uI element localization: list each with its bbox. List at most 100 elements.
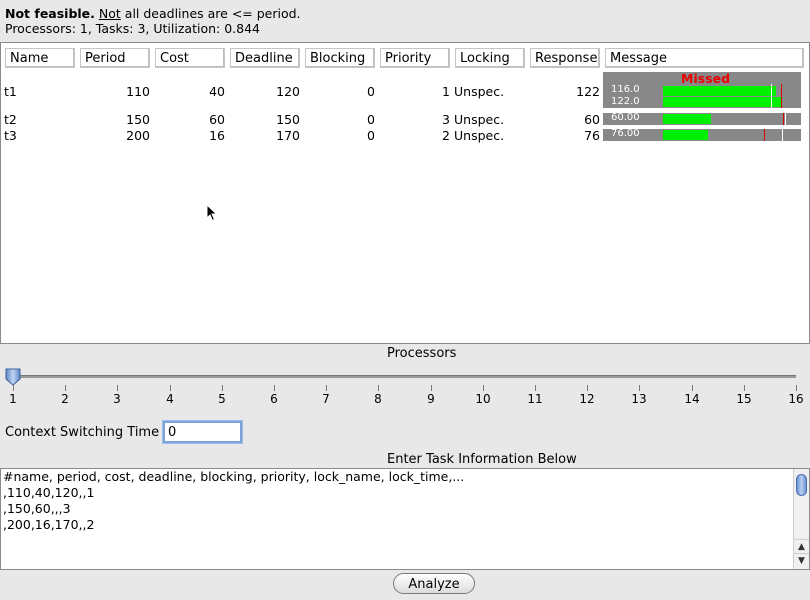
slider-tick (326, 385, 327, 391)
task-input-label: Enter Task Information Below (387, 452, 577, 467)
cell-name: t2 (4, 112, 17, 127)
deadline-marker (764, 129, 765, 141)
period-marker (782, 129, 783, 141)
bar-fill (663, 130, 708, 140)
slider-tick-label: 13 (631, 392, 647, 406)
response-bar-t3: 76.00 (603, 128, 801, 141)
deadline-marker (783, 113, 784, 125)
cell-locking: Unspec. (454, 128, 505, 143)
scroll-thumb[interactable] (796, 474, 807, 496)
scroll-up-arrow-icon[interactable]: ▲ (794, 539, 809, 554)
bar-value: 60.00 (611, 112, 640, 123)
slider-tick-label: 4 (166, 392, 174, 406)
response-bar-t1: Missed 116.0 122.0 (603, 71, 801, 108)
slider-tick (744, 385, 745, 391)
mouse-cursor-icon (206, 204, 218, 222)
col-header-response[interactable]: Response (530, 48, 600, 68)
status-message: Not feasible. Not all deadlines are <= p… (5, 6, 301, 36)
slider-tick (222, 385, 223, 391)
cell-period: 200 (126, 128, 150, 143)
slider-tick-label: 6 (270, 392, 278, 406)
cell-period: 110 (126, 84, 150, 99)
vertical-scrollbar[interactable]: ▲ ▼ (793, 469, 809, 569)
analyze-button[interactable]: Analyze (393, 573, 475, 594)
cell-priority: 3 (442, 112, 450, 127)
cell-cost: 40 (209, 84, 225, 99)
slider-tick-label: 8 (374, 392, 382, 406)
slider-tick-label: 15 (736, 392, 752, 406)
cell-response: 60 (584, 112, 600, 127)
slider-tick-label: 2 (61, 392, 69, 406)
context-switching-input[interactable] (162, 420, 243, 444)
task-line: #name, period, cost, deadline, blocking,… (3, 469, 465, 484)
cell-period: 150 (126, 112, 150, 127)
slider-tick (65, 385, 66, 391)
col-header-message[interactable]: Message (605, 48, 804, 68)
context-switching-label: Context Switching Time (5, 425, 160, 440)
slider-tick-label: 9 (427, 392, 435, 406)
status-not-word: Not (98, 6, 121, 21)
task-line: ,200,16,170,,2 (3, 517, 95, 532)
slider-tick (378, 385, 379, 391)
slider-knob-icon[interactable] (5, 368, 21, 386)
cell-response: 122 (576, 84, 600, 99)
slider-tick (170, 385, 171, 391)
task-line: ,150,60,,,3 (3, 501, 71, 516)
slider-tick-label: 16 (788, 392, 804, 406)
col-header-name[interactable]: Name (5, 48, 75, 68)
cell-cost: 60 (209, 112, 225, 127)
response-bar-t2: 60.00 (603, 112, 801, 125)
slider-tick (431, 385, 432, 391)
task-line: ,110,40,120,,1 (3, 485, 95, 500)
slider-tick (639, 385, 640, 391)
status-summary: Processors: 1, Tasks: 3, Utilization: 0.… (5, 21, 260, 36)
slider-tick-label: 10 (475, 392, 491, 406)
col-header-locking[interactable]: Locking (455, 48, 525, 68)
cell-deadline: 120 (276, 84, 300, 99)
cell-priority: 2 (442, 128, 450, 143)
processors-label: Processors (387, 346, 457, 361)
col-header-blocking[interactable]: Blocking (305, 48, 375, 68)
slider-tick (535, 385, 536, 391)
slider-track[interactable] (12, 375, 796, 378)
status-detail: all deadlines are <= period. (120, 6, 301, 21)
cell-response: 76 (584, 128, 600, 143)
cell-cost: 16 (209, 128, 225, 143)
cell-deadline: 150 (276, 112, 300, 127)
cell-locking: Unspec. (454, 112, 505, 127)
cell-deadline: 170 (276, 128, 300, 143)
task-input-textarea[interactable]: #name, period, cost, deadline, blocking,… (0, 468, 810, 570)
slider-tick (692, 385, 693, 391)
bar-value-top: 116.0 (611, 84, 640, 95)
period-marker (785, 113, 786, 125)
slider-tick-label: 1 (9, 392, 17, 406)
bar-value-bottom: 122.0 (611, 96, 640, 107)
slider-tick (13, 385, 14, 391)
col-header-priority[interactable]: Priority (380, 48, 450, 68)
results-table: Name Period Cost Deadline Blocking Prior… (0, 42, 810, 344)
status-verdict: Not feasible. (5, 6, 95, 21)
cell-locking: Unspec. (454, 84, 505, 99)
slider-tick (796, 385, 797, 391)
cell-priority: 1 (442, 84, 450, 99)
bar-fill-bottom (663, 97, 781, 107)
col-header-cost[interactable]: Cost (155, 48, 225, 68)
cell-blocking: 0 (367, 84, 375, 99)
deadline-marker (781, 84, 782, 108)
scroll-down-arrow-icon[interactable]: ▼ (794, 553, 809, 568)
slider-tick-label: 12 (579, 392, 595, 406)
slider-tick (117, 385, 118, 391)
slider-tick-label: 7 (322, 392, 330, 406)
slider-tick (274, 385, 275, 391)
cell-name: t3 (4, 128, 17, 143)
slider-tick (587, 385, 588, 391)
bar-fill-top (663, 86, 776, 96)
cell-name: t1 (4, 84, 17, 99)
slider-tick-label: 5 (218, 392, 226, 406)
col-header-period[interactable]: Period (80, 48, 150, 68)
slider-tick-label: 3 (113, 392, 121, 406)
bar-fill (663, 114, 711, 124)
cell-blocking: 0 (367, 128, 375, 143)
col-header-deadline[interactable]: Deadline (230, 48, 300, 68)
slider-tick-label: 14 (684, 392, 700, 406)
